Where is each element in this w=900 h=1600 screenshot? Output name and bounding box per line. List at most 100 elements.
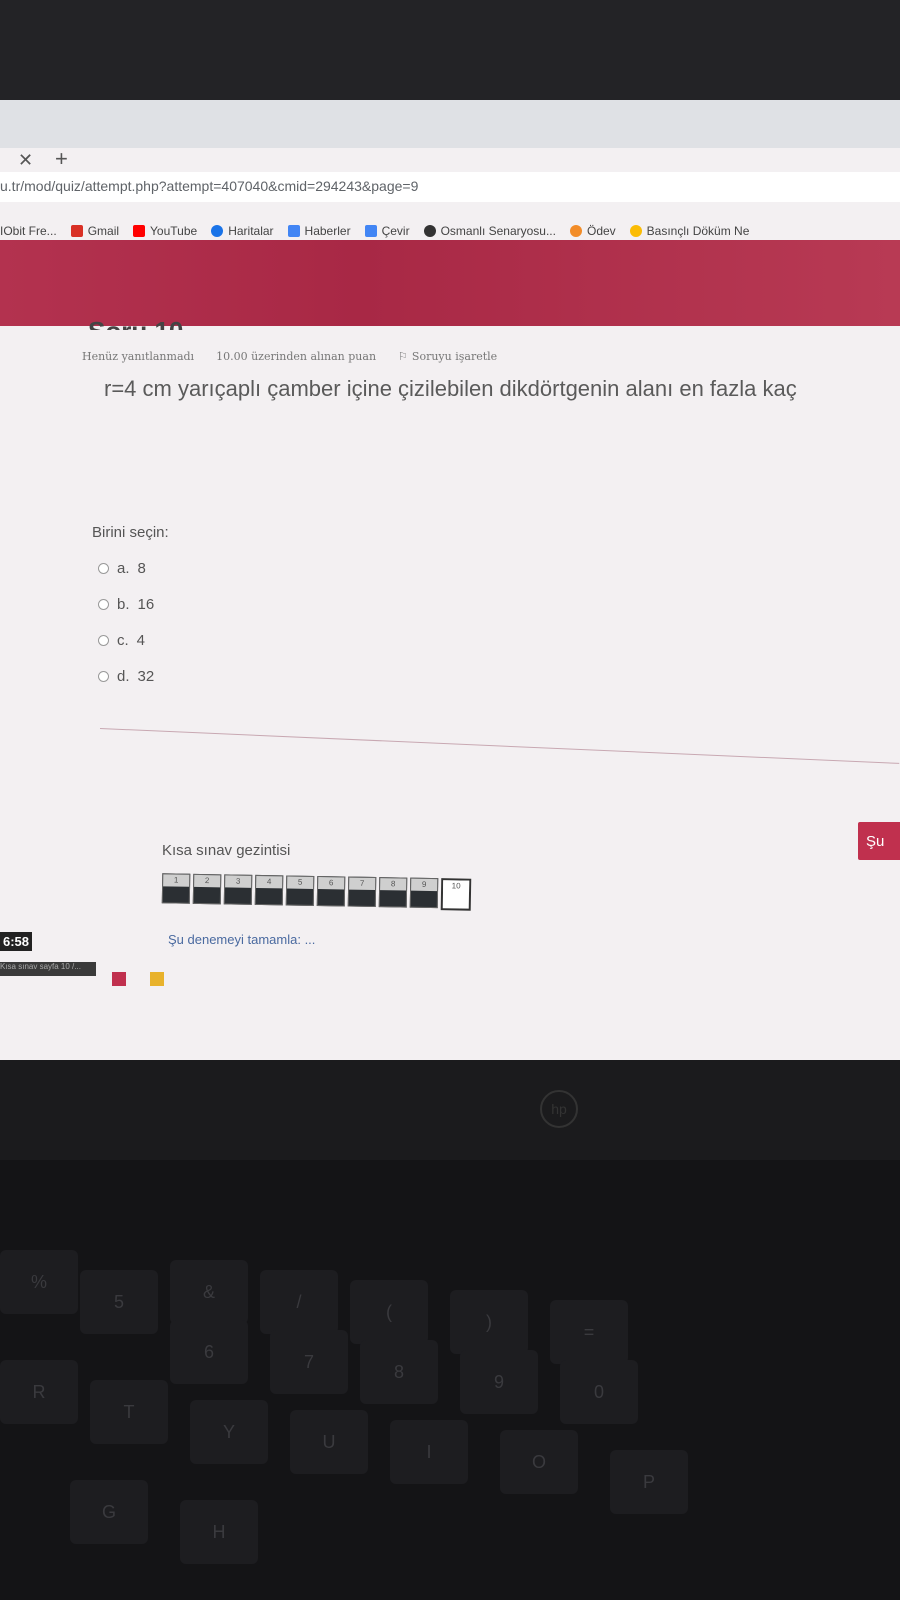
gmail-icon — [70, 225, 83, 237]
key-label: P — [642, 1471, 655, 1492]
key: 7 — [270, 1330, 348, 1394]
nav-question-4[interactable]: 4 — [254, 874, 284, 906]
key-label: 7 — [303, 1351, 314, 1372]
nav-question-10[interactable]: 10 — [440, 878, 472, 911]
homework-icon — [569, 225, 582, 237]
option-a[interactable]: a. 8 — [98, 550, 154, 586]
key: O — [500, 1430, 578, 1494]
taskbar-clock: 6:58 — [0, 932, 33, 951]
radio-button[interactable] — [98, 598, 109, 610]
key: ) — [450, 1290, 528, 1354]
key-label: G — [101, 1501, 116, 1522]
option-value: 32 — [137, 667, 155, 685]
bookmark-label: YouTube — [150, 224, 198, 238]
flag-label: Soruyu işaretle — [411, 350, 498, 363]
radio-button[interactable] — [98, 634, 109, 646]
folder-icon[interactable] — [150, 972, 164, 986]
key-label: 8 — [393, 1361, 404, 1382]
question-meta: Henüz yanıtlanmadı 10.00 üzerinden alına… — [82, 350, 497, 363]
nav-question-3[interactable]: 3 — [223, 874, 253, 905]
option-b[interactable]: b. 16 — [98, 586, 154, 622]
taskbar-window-label[interactable]: Kısa sınav sayfa 10 /... — [0, 962, 96, 976]
option-d[interactable]: d. 32 — [98, 658, 154, 694]
app-icon[interactable] — [112, 972, 126, 986]
news-icon — [287, 225, 300, 237]
option-letter: b. — [117, 595, 130, 613]
radio-button[interactable] — [98, 562, 109, 574]
key: 9 — [460, 1350, 538, 1414]
bookmark-basincli[interactable]: Basınçlı Döküm Ne — [629, 224, 750, 238]
new-tab-icon[interactable]: + — [55, 146, 68, 172]
nav-question-8[interactable]: 8 — [378, 877, 408, 908]
key-label: / — [296, 1291, 302, 1312]
nav-question-7[interactable]: 7 — [347, 876, 377, 908]
section-divider — [99, 728, 900, 764]
key: & — [170, 1260, 248, 1324]
question-points: 10.00 üzerinden alınan puan — [216, 350, 377, 363]
key-label: & — [202, 1281, 215, 1302]
tab-bar — [0, 100, 900, 148]
answer-prompt: Birini seçin: — [92, 524, 169, 541]
nav-number: 6 — [318, 877, 345, 890]
radio-button[interactable] — [98, 670, 109, 682]
key: % — [0, 1250, 78, 1314]
option-value: 4 — [136, 631, 146, 649]
key-label: T — [123, 1401, 135, 1422]
bookmark-label: Çevir — [381, 224, 410, 238]
key: ( — [350, 1280, 428, 1344]
laptop-bezel — [0, 0, 900, 110]
nav-question-6[interactable]: 6 — [316, 876, 346, 907]
nav-number: 1 — [163, 874, 190, 887]
bookmark-haritalar[interactable]: Haritalar — [211, 224, 274, 238]
nav-question-2[interactable]: 2 — [192, 873, 222, 905]
url-text[interactable]: u.tr/mod/quiz/attempt.php?attempt=407040… — [0, 178, 418, 194]
finish-attempt-link[interactable]: Şu denemeyi tamamla: ... — [168, 932, 315, 947]
key-label: I — [426, 1441, 432, 1462]
bookmark-osmanli[interactable]: Osmanlı Senaryosu... — [423, 224, 556, 238]
site-header — [0, 240, 900, 326]
key: 8 — [360, 1340, 438, 1404]
hp-logo: hp — [540, 1090, 578, 1128]
bookmark-cevir[interactable]: Çevir — [364, 224, 410, 238]
key-label: 6 — [203, 1341, 214, 1362]
browser-window: ✕ + u.tr/mod/quiz/attempt.php?attempt=40… — [0, 100, 900, 1060]
nav-question-1[interactable]: 1 — [161, 873, 191, 904]
flag-question-link[interactable]: ⚐ Soruyu işaretle — [398, 350, 497, 363]
option-value: 16 — [137, 595, 155, 613]
key-label: ( — [386, 1301, 392, 1322]
close-tab-icon[interactable]: ✕ — [18, 150, 33, 171]
bookmark-iobit[interactable]: IObit Fre... — [0, 224, 57, 238]
option-letter: c. — [117, 631, 129, 649]
nav-number: 4 — [256, 875, 283, 889]
nav-question-5[interactable]: 5 — [285, 875, 315, 906]
bookmark-odev[interactable]: Ödev — [569, 224, 616, 238]
key: 6 — [170, 1320, 248, 1384]
bookmark-label: Ödev — [586, 224, 616, 238]
next-page-button[interactable]: Şu — [858, 822, 900, 860]
key: 5 — [80, 1270, 158, 1334]
key-label: 5 — [113, 1291, 124, 1312]
question-number: Soru 10 — [88, 316, 183, 330]
key-label: H — [212, 1521, 226, 1542]
bookmark-label: Haritalar — [228, 224, 274, 238]
nav-number: 8 — [380, 878, 407, 891]
quiz-navigation: 1 2 3 4 5 6 7 8 9 10 — [161, 873, 472, 911]
key: R — [0, 1360, 78, 1424]
nav-number: 5 — [287, 876, 314, 889]
option-c[interactable]: c. 4 — [98, 622, 154, 658]
laptop-keyboard: % 5 & 6 / 7 ( 8 ) 9 = 0 R T Y U I O P G … — [0, 1160, 900, 1600]
key-label: 9 — [493, 1371, 504, 1392]
nav-question-9[interactable]: 9 — [409, 877, 439, 909]
bookmark-label: Basınçlı Döküm Ne — [646, 224, 750, 238]
maps-pin-icon — [211, 225, 224, 237]
question-status: Henüz yanıtlanmadı — [82, 350, 195, 363]
bookmark-haberler[interactable]: Haberler — [287, 224, 351, 238]
flag-icon: ⚐ — [398, 350, 408, 363]
bookmark-gmail[interactable]: Gmail — [70, 224, 120, 238]
bookmark-label: Gmail — [87, 224, 120, 238]
answer-options: a. 8 b. 16 c. 4 d. 32 — [98, 550, 154, 694]
bookmark-label: IObit Fre... — [0, 224, 57, 238]
nav-number: 9 — [411, 878, 438, 892]
bookmark-label: Osmanlı Senaryosu... — [440, 224, 556, 238]
bookmark-youtube[interactable]: YouTube — [133, 224, 197, 238]
